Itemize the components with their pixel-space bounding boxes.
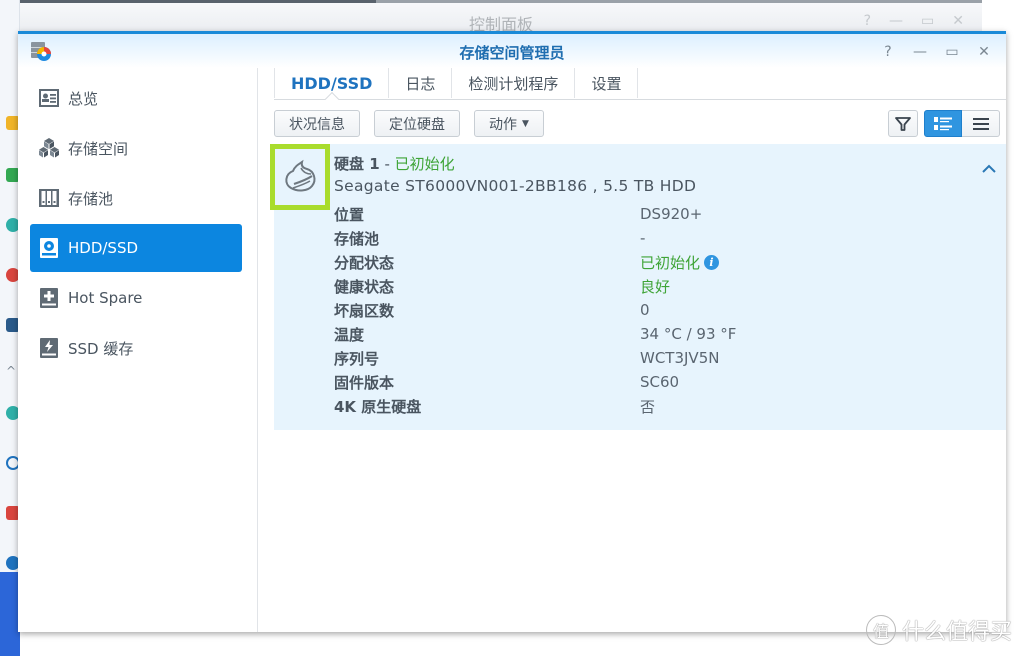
detail-label: 4K 原生硬盘: [334, 397, 422, 416]
tab-log[interactable]: 日志: [389, 68, 453, 98]
help-icon[interactable]: ?: [864, 13, 871, 29]
sidebar-item-label: Hot Spare: [68, 289, 143, 307]
detail-row-location: 位置 DS920+: [334, 202, 974, 226]
detail-row-health-status: 健康状态 良好: [334, 274, 974, 298]
sidebar-item-label: 存储空间: [68, 139, 129, 158]
detail-label: 序列号: [334, 349, 380, 368]
detail-row-allocation-status: 分配状态 已初始化 i: [334, 250, 974, 274]
watermark: 值 什么值得买: [865, 614, 1012, 646]
window-title: 存储空间管理员: [459, 44, 565, 62]
detail-value: -: [640, 229, 646, 247]
sidebar-item-label: 总览: [68, 89, 99, 108]
action-dropdown-button[interactable]: 动作 ▼: [474, 110, 544, 137]
detail-row-4k-native: 4K 原生硬盘 否: [334, 394, 974, 418]
storage-pool-icon: [39, 189, 59, 207]
detail-label: 固件版本: [334, 373, 395, 392]
filter-icon: [895, 116, 911, 131]
overview-icon: [39, 89, 59, 107]
detail-label: 健康状态: [334, 277, 395, 296]
detail-label: 位置: [334, 205, 365, 224]
sidebar-item-storage-space[interactable]: 存储空间: [30, 124, 242, 172]
detail-label: 分配状态: [334, 253, 395, 272]
desktop-strip: ^: [0, 0, 20, 656]
disk-separator: -: [379, 155, 395, 173]
tab-settings[interactable]: 设置: [575, 68, 639, 98]
watermark-text: 什么值得买: [901, 620, 1012, 645]
close-button[interactable]: ✕: [968, 42, 1000, 62]
maximize-icon[interactable]: ▭: [921, 13, 934, 29]
detail-value: DS920+: [640, 205, 703, 223]
storage-space-icon: [39, 138, 59, 158]
taskbar: [0, 572, 20, 656]
hot-spare-icon: [40, 288, 58, 308]
sidebar-item-overview[interactable]: 总览: [30, 74, 242, 122]
disk-card[interactable]: 硬盘 1 - 已初始化 Seagate ST6000VN001-2BB186 ,…: [270, 144, 1006, 430]
detail-row-storage-pool: 存储池 -: [334, 226, 974, 250]
status-info-button[interactable]: 状况信息: [274, 110, 360, 137]
disk-status: 已初始化: [394, 155, 455, 173]
sidebar-item-label: 存储池: [68, 189, 114, 208]
window-header[interactable]: 存储空间管理员 ? — ▭ ✕: [18, 34, 1006, 68]
detail-value: 已初始化: [640, 253, 701, 272]
disk-model: Seagate ST6000VN001-2BB186 , 5.5 TB HDD: [334, 177, 697, 195]
watermark-badge: 值: [865, 615, 896, 645]
filter-button[interactable]: [888, 110, 918, 137]
sidebar-item-label: HDD/SSD: [68, 239, 139, 257]
caret-down-icon: ▼: [522, 118, 529, 129]
list-view-button[interactable]: [962, 110, 1000, 137]
sidebar-item-hot-spare[interactable]: Hot Spare: [30, 274, 242, 322]
ssd-cache-icon: [40, 338, 58, 358]
action-label: 动作: [489, 116, 517, 133]
detail-value: 34 °C / 93 °F: [640, 325, 737, 343]
toolbar: 状况信息 定位硬盘 动作 ▼: [274, 110, 1006, 138]
main-content: HDD/SSD 日志 检测计划程序 设置 状况信息 定位硬盘 动作 ▼ 硬盘 1…: [270, 68, 1006, 632]
sidebar-item-storage-pool[interactable]: 存储池: [30, 174, 242, 222]
status-info-label: 状况信息: [289, 116, 345, 133]
divider: [20, 0, 376, 3]
detail-value: 良好: [640, 277, 671, 296]
maximize-button[interactable]: ▭: [936, 42, 968, 62]
close-icon[interactable]: ✕: [952, 13, 964, 29]
seagate-logo-icon: [285, 159, 316, 192]
detail-row-firmware: 固件版本 SC60: [334, 370, 974, 394]
storage-manager-window: 存储空间管理员 ? — ▭ ✕ 总览 存储空间 存储池 HDD/SSD Hot …: [18, 31, 1006, 632]
detail-label: 坏扇区数: [334, 301, 395, 320]
disk-heading: 硬盘 1 - 已初始化: [334, 153, 455, 174]
info-icon[interactable]: i: [704, 254, 720, 270]
detail-value: WCT3JV5N: [640, 349, 720, 367]
list-detail-icon: [934, 116, 952, 130]
sidebar: 总览 存储空间 存储池 HDD/SSD Hot Spare SSD 缓存: [18, 68, 258, 632]
chevron-up-icon[interactable]: [982, 164, 996, 174]
list-icon: [972, 117, 989, 130]
minimize-button[interactable]: —: [904, 42, 936, 62]
detail-value: 0: [640, 301, 650, 319]
detail-row-temperature: 温度 34 °C / 93 °F: [334, 322, 974, 346]
hdd-icon: [40, 238, 58, 258]
sidebar-item-label: SSD 缓存: [68, 339, 134, 358]
help-button[interactable]: ?: [872, 42, 904, 62]
disk-thumbnail: [270, 144, 330, 210]
detail-value: 否: [640, 397, 656, 416]
tab-test-scheduler[interactable]: 检测计划程序: [452, 68, 576, 98]
tab-hdd-ssd[interactable]: HDD/SSD: [274, 68, 390, 98]
minimize-icon[interactable]: —: [889, 13, 903, 29]
tab-bar: HDD/SSD 日志 检测计划程序 设置: [274, 68, 1006, 100]
locate-disk-label: 定位硬盘: [389, 116, 445, 133]
detail-row-serial-number: 序列号 WCT3JV5N: [334, 346, 974, 370]
detail-view-button[interactable]: [924, 110, 962, 137]
detail-row-bad-sectors: 坏扇区数 0: [334, 298, 974, 322]
detail-label: 存储池: [334, 229, 380, 248]
detail-label: 温度: [334, 325, 365, 344]
sidebar-item-ssd-cache[interactable]: SSD 缓存: [30, 324, 242, 372]
sidebar-item-hdd-ssd[interactable]: HDD/SSD: [30, 224, 242, 272]
disk-name: 硬盘 1: [334, 155, 380, 173]
detail-value: SC60: [640, 373, 680, 391]
locate-disk-button[interactable]: 定位硬盘: [374, 110, 460, 137]
disk-details: 位置 DS920+ 存储池 - 分配状态 已初始化 i 健康状态 良好 坏扇区数…: [334, 202, 974, 418]
